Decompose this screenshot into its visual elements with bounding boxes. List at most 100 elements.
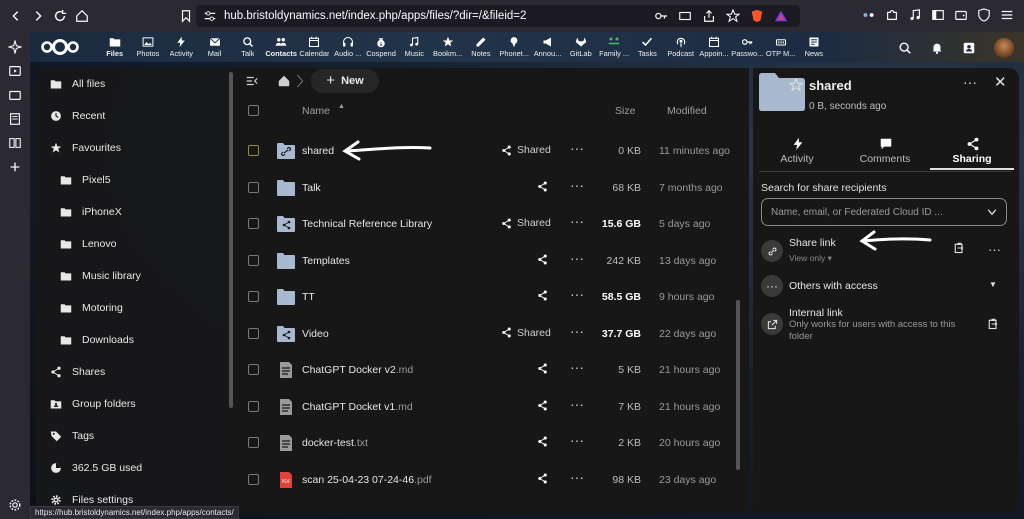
key-icon[interactable] [654,9,668,23]
nav-item-tags[interactable]: Tags [36,420,226,452]
row-actions-button[interactable]: ··· [568,324,586,342]
music-ext-icon[interactable] [908,8,922,22]
reading-list-icon[interactable] [8,136,22,150]
back-icon[interactable] [6,6,26,26]
file-name[interactable]: Video [302,328,329,340]
app-passwo[interactable]: Passwo... [731,32,764,62]
row-actions-button[interactable]: ··· [568,251,586,269]
nav-item-recent[interactable]: Recent [36,100,226,132]
file-name[interactable]: Templates [302,255,350,267]
share-link-more-icon[interactable]: ··· [988,242,1001,257]
file-name[interactable]: shared [302,145,334,157]
file-name[interactable]: ChatGPT Docket v1.md [302,401,413,413]
column-size[interactable]: Size [615,105,635,117]
leo-ai-icon[interactable] [8,40,22,54]
nav-item-music-library[interactable]: Music library [36,260,226,292]
app-photos[interactable]: Photos [131,32,164,62]
sidebar-toggle-icon[interactable] [931,8,945,22]
copy-link-icon[interactable] [953,242,965,254]
tab-comments[interactable]: Comments [843,132,927,170]
row-checkbox[interactable] [248,291,259,302]
app-contacts[interactable]: Contacts [264,32,297,62]
table-row[interactable]: Technical Reference Library Shared ··· 15.6… [233,206,743,242]
puzzle-icon[interactable] [885,8,899,22]
add-panel-icon[interactable] [8,160,22,174]
app-family[interactable]: Family ... [597,32,630,62]
app-audio[interactable]: Audio ... [331,32,364,62]
bookmark-icon[interactable] [176,6,196,26]
toggle-navigation-icon[interactable] [245,74,259,88]
row-checkbox[interactable] [248,364,259,375]
file-name[interactable]: Technical Reference Library [302,218,432,230]
extension-dots-icon[interactable] [862,8,876,22]
table-row[interactable]: ChatGPT Docket v1.md ··· 7 KB 21 hours ago [233,389,743,425]
share-button[interactable] [537,363,548,374]
reload-icon[interactable] [50,6,70,26]
bookmarks-panel-icon[interactable] [8,112,22,126]
more-actions-icon[interactable]: ··· [963,74,977,90]
select-all-checkbox[interactable] [248,105,259,116]
star-icon[interactable] [726,9,740,23]
app-bookm[interactable]: Bookm... [431,32,464,62]
file-name[interactable]: docker-test.txt [302,437,368,449]
shared-button[interactable]: Shared [501,144,551,156]
table-row[interactable]: docker-test.txt ··· 2 KB 20 hours ago [233,425,743,461]
tab-activity[interactable]: Activity [755,132,839,170]
row-checkbox[interactable] [248,218,259,229]
file-name[interactable]: TT [302,291,315,303]
app-activity[interactable]: Activity [165,32,198,62]
app-cospend[interactable]: $ Cospend [364,32,397,62]
triangle-icon[interactable] [774,9,788,23]
file-name[interactable]: Talk [302,182,321,194]
share-button[interactable] [537,436,548,447]
close-icon[interactable]: ✕ [994,73,1007,91]
column-modified[interactable]: Modified [667,105,707,117]
table-row[interactable]: ChatGPT Docker v2.md ··· 5 KB 21 hours ago [233,352,743,388]
app-tasks[interactable]: Tasks [631,32,664,62]
file-list-scrollbar[interactable] [736,300,740,470]
table-row[interactable]: Talk ··· 68 KB 7 months ago [233,170,743,206]
tab-sharing[interactable]: Sharing [930,132,1014,170]
share-search-input[interactable]: Name, email, or Federated Cloud ID ... [761,198,1007,226]
app-otp-m[interactable]: OTP M... [764,32,797,62]
nextcloud-logo[interactable] [40,39,80,55]
app-calendar[interactable]: Calendar [298,32,331,62]
url-bar[interactable]: hub.bristoldynamics.net/index.php/apps/f… [196,5,800,27]
notifications-icon[interactable] [930,41,944,55]
app-appoin[interactable]: Appoin... [697,32,730,62]
app-notes[interactable]: Notes [464,32,497,62]
playlist-icon[interactable] [8,64,22,78]
chevron-down-icon[interactable] [986,206,998,218]
new-button[interactable]: + New [311,69,379,93]
column-name[interactable]: Name [302,105,330,117]
row-checkbox[interactable] [248,145,259,156]
row-checkbox[interactable] [248,400,259,412]
row-actions-button[interactable]: ··· [568,214,586,232]
table-row[interactable]: Templates ··· 242 KB 13 days ago [233,243,743,279]
row-actions-button[interactable]: ··· [568,287,586,305]
app-files[interactable]: Files [98,32,131,62]
row-checkbox[interactable] [248,437,259,448]
nav-item-all-files[interactable]: All files [36,68,226,100]
row-actions-button[interactable]: ··· [568,178,586,196]
share-button[interactable] [537,400,548,411]
search-icon[interactable] [898,41,912,55]
nav-item-shares[interactable]: Shares [36,356,226,388]
share-button[interactable] [537,181,548,192]
nav-item-motoring[interactable]: Motoring [36,292,226,324]
share-link-permission[interactable]: View only ▾ [789,253,832,264]
table-row[interactable]: shared Shared ··· 0 KB 11 minutes ago [233,133,743,169]
app-mail[interactable]: Mail [198,32,231,62]
shared-button[interactable]: Shared [501,327,551,339]
nav-item-iphonex[interactable]: iPhoneX [36,196,226,228]
nav-item-lenovo[interactable]: Lenovo [36,228,226,260]
share-page-icon[interactable] [702,9,716,23]
row-actions-button[interactable]: ··· [568,433,586,451]
gear-icon[interactable] [8,498,22,512]
wallet-panel-icon[interactable] [8,88,22,102]
forward-icon[interactable] [28,6,48,26]
reader-icon[interactable] [678,9,692,23]
row-actions-button[interactable]: ··· [568,397,586,415]
user-avatar[interactable] [994,38,1014,58]
table-row[interactable]: Video Shared ··· 37.7 GB 22 days ago [233,316,743,352]
